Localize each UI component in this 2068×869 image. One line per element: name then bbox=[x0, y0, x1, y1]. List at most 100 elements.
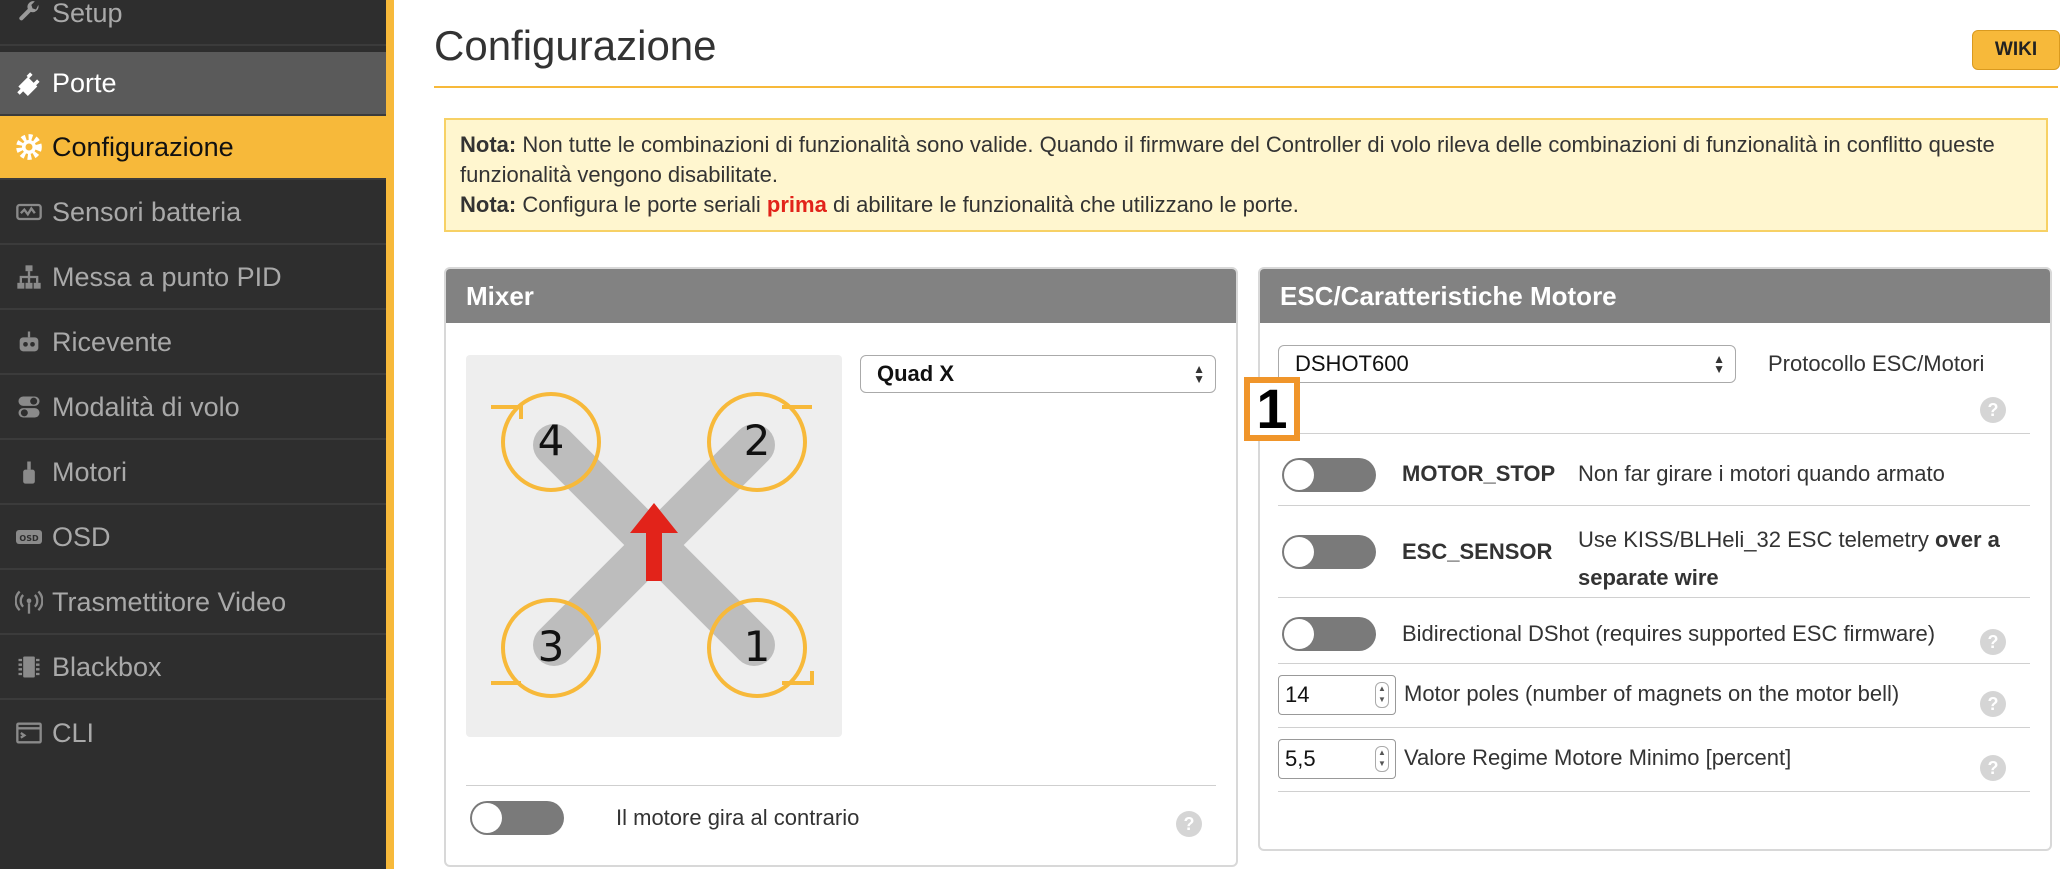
wrench-icon bbox=[14, 0, 44, 28]
motor-label-1: 1 bbox=[744, 622, 771, 671]
stepper-icon[interactable]: ▲ ▼ bbox=[1375, 746, 1389, 772]
sidebar-item-label: Configurazione bbox=[52, 131, 234, 162]
terminal-icon bbox=[14, 718, 44, 748]
notice-label: Nota: bbox=[460, 132, 517, 157]
sidebar-item-label: Porte bbox=[52, 67, 117, 98]
help-icon[interactable]: ? bbox=[1980, 397, 2006, 423]
notice-emphasis: prima bbox=[766, 192, 827, 217]
sidebar-item-cli[interactable]: CLI bbox=[0, 701, 386, 765]
sidebar-item-messa-a-punto-pid[interactable]: Messa a punto PID bbox=[0, 246, 386, 310]
motor-stop-toggle[interactable] bbox=[1282, 458, 1376, 492]
sidebar-item-label: Ricevente bbox=[52, 326, 173, 357]
row-divider bbox=[1278, 433, 2030, 434]
esc-protocol-value: DSHOT600 bbox=[1295, 351, 1409, 376]
esc-motor-panel: ESC/Caratteristiche Motore DSHOT600 ▲ ▼ P… bbox=[1258, 267, 2052, 851]
help-icon[interactable]: ? bbox=[1980, 629, 2006, 655]
sidebar: Setup Porte Configurazione Sensori batte… bbox=[0, 0, 394, 869]
help-icon[interactable]: ? bbox=[1176, 811, 1202, 837]
notice-line-2: Nota: Configura le porte seriali prima d… bbox=[460, 190, 2032, 220]
sidebar-item-porte[interactable]: Porte bbox=[0, 52, 386, 116]
esc-sensor-toggle[interactable] bbox=[1282, 535, 1376, 569]
help-icon[interactable]: ? bbox=[1980, 755, 2006, 781]
plug-icon bbox=[14, 68, 44, 98]
sidebar-item-motori[interactable]: Motori bbox=[0, 441, 386, 505]
min-throttle-input[interactable]: 5,5 ▲ ▼ bbox=[1278, 739, 1396, 779]
receiver-robot-icon bbox=[14, 327, 44, 357]
esc-sensor-description: Use KISS/BLHeli_32 ESC telemetry over a s… bbox=[1578, 521, 2018, 597]
sidebar-item-configurazione[interactable]: Configurazione bbox=[0, 116, 386, 180]
sidebar-item-sensori-batteria[interactable]: Sensori batteria bbox=[0, 181, 386, 245]
motor-label-2: 2 bbox=[744, 416, 771, 465]
mixer-type-value: Quad X bbox=[877, 361, 955, 386]
toggle-knob bbox=[472, 803, 502, 833]
osd-icon: OSD bbox=[14, 522, 44, 552]
quad-x-diagram: 4 2 3 1 bbox=[466, 355, 842, 737]
sidebar-item-label: Messa a punto PID bbox=[52, 261, 282, 292]
sidebar-item-ricevente[interactable]: Ricevente bbox=[0, 311, 386, 375]
switch-icon bbox=[14, 392, 44, 422]
title-divider bbox=[434, 86, 2058, 88]
sidebar-item-label: Modalità di volo bbox=[52, 391, 240, 422]
motor-stop-description: Non far girare i motori quando armato bbox=[1578, 461, 1945, 486]
row-divider bbox=[1278, 597, 2030, 598]
motor-poles-label: Motor poles (number of magnets on the mo… bbox=[1404, 681, 1900, 706]
sidebar-item-modalita-di-volo[interactable]: Modalità di volo bbox=[0, 376, 386, 440]
motor-icon bbox=[14, 457, 44, 487]
page-title: Configurazione bbox=[434, 22, 717, 69]
sidebar-item-label: CLI bbox=[52, 717, 95, 748]
esc-sensor-desc-bold: separate wire bbox=[1578, 565, 1719, 590]
annotation-marker: 1 bbox=[1244, 377, 1300, 441]
notice-text: di abilitare le funzionalità che utilizz… bbox=[826, 192, 1299, 217]
mixer-panel: Mixer 4 2 3 1 Quad X ▲ ▼ Il motore gira … bbox=[444, 267, 1238, 867]
row-divider bbox=[1278, 663, 2030, 664]
sidebar-item-label: Blackbox bbox=[52, 651, 162, 682]
row-divider bbox=[1278, 505, 2030, 506]
motor-reverse-toggle[interactable] bbox=[470, 801, 564, 835]
sidebar-item-label: Setup bbox=[52, 0, 123, 28]
sidebar-item-label: OSD bbox=[52, 521, 111, 552]
notice-line-1: Nota: Non tutte le combinazioni di funzi… bbox=[460, 130, 2032, 190]
main-content: Configurazione WIKI Nota: Non tutte le c… bbox=[394, 0, 2068, 869]
sidebar-item-label: Sensori batteria bbox=[52, 196, 242, 227]
motor-label-3: 3 bbox=[538, 622, 565, 671]
toggle-knob bbox=[1284, 460, 1314, 490]
sidebar-item-trasmettitore-video[interactable]: Trasmettitore Video bbox=[0, 571, 386, 635]
notice-text: Configura le porte seriali bbox=[516, 192, 767, 217]
notice-text: Non tutte le combinazioni di funzionalit… bbox=[460, 132, 1995, 187]
row-divider bbox=[1278, 727, 2030, 728]
mixer-panel-title: Mixer bbox=[446, 269, 1236, 323]
motor-poles-value: 14 bbox=[1285, 682, 1310, 707]
motor-reverse-label: Il motore gira al contrario bbox=[616, 805, 860, 830]
esc-sensor-desc-text: Use KISS/BLHeli_32 ESC telemetry bbox=[1578, 527, 1936, 552]
motor-stop-name: MOTOR_STOP bbox=[1402, 461, 1556, 486]
motor-label-4: 4 bbox=[538, 416, 565, 465]
min-throttle-label: Valore Regime Motore Minimo [percent] bbox=[1404, 745, 1792, 770]
bidirectional-dshot-label: Bidirectional DShot (requires supported … bbox=[1402, 621, 1936, 646]
mixer-type-select[interactable]: Quad X ▲ ▼ bbox=[860, 355, 1216, 393]
sidebar-item-blackbox[interactable]: Blackbox bbox=[0, 636, 386, 700]
min-throttle-value: 5,5 bbox=[1285, 746, 1316, 771]
esc-sensor-desc-bold: over a bbox=[1935, 527, 2000, 552]
toggle-knob bbox=[1284, 537, 1314, 567]
esc-protocol-select[interactable]: DSHOT600 ▲ ▼ bbox=[1278, 345, 1736, 383]
sidebar-item-label: Motori bbox=[52, 456, 128, 487]
motor-poles-input[interactable]: 14 ▲ ▼ bbox=[1278, 675, 1396, 715]
bidirectional-dshot-toggle[interactable] bbox=[1282, 617, 1376, 651]
sidebar-accent-stripe bbox=[386, 0, 394, 869]
battery-sensor-icon bbox=[14, 197, 44, 227]
sidebar-item-osd[interactable]: OSD OSD bbox=[0, 506, 386, 570]
row-divider bbox=[1278, 791, 2030, 792]
esc-sensor-name: ESC_SENSOR bbox=[1402, 539, 1553, 564]
pid-tree-icon bbox=[14, 262, 44, 292]
notice-box: Nota: Non tutte le combinazioni di funzi… bbox=[444, 118, 2048, 232]
svg-text:OSD: OSD bbox=[19, 534, 39, 543]
stepper-icon[interactable]: ▲ ▼ bbox=[1375, 682, 1389, 708]
esc-protocol-label: Protocollo ESC/Motori bbox=[1768, 351, 1985, 376]
sidebar-item-setup[interactable]: Setup bbox=[0, 0, 386, 46]
blackbox-icon bbox=[14, 652, 44, 682]
mixer-divider bbox=[466, 785, 1216, 786]
help-icon[interactable]: ? bbox=[1980, 691, 2006, 717]
broadcast-icon bbox=[14, 587, 44, 617]
esc-panel-title: ESC/Caratteristiche Motore bbox=[1260, 269, 2050, 323]
wiki-button[interactable]: WIKI bbox=[1972, 30, 2060, 70]
